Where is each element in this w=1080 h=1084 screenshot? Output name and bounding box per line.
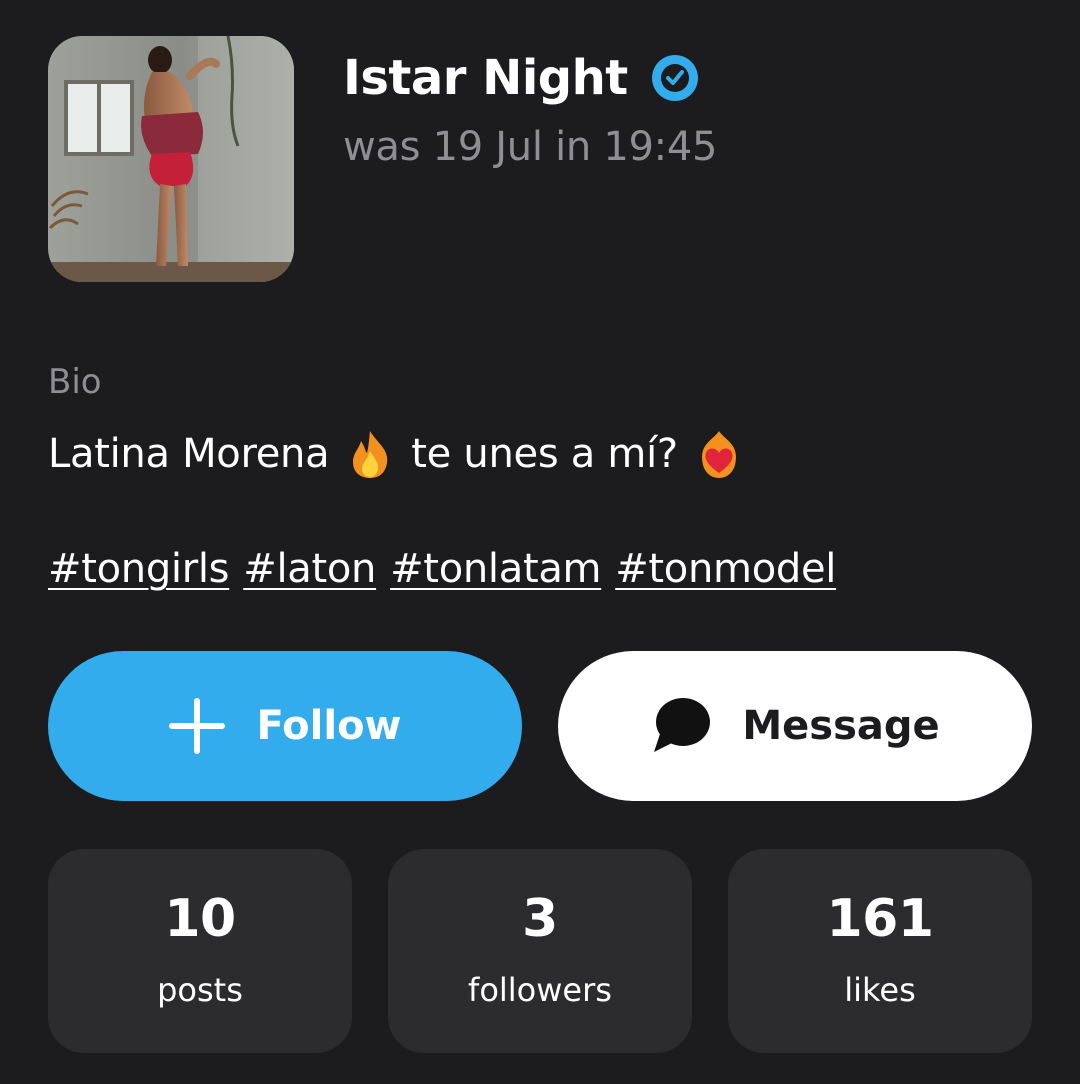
stat-card-likes[interactable]: 161 likes (728, 849, 1032, 1053)
avatar[interactable] (48, 36, 294, 282)
stat-card-posts[interactable]: 10 posts (48, 849, 352, 1053)
profile-name: Istar Night (343, 50, 628, 106)
bio-text-part2: te unes a mí? (411, 431, 678, 477)
stat-label: followers (468, 971, 612, 1009)
stat-label: posts (157, 971, 243, 1009)
bio-text: Latina Morena te unes a mí? (48, 424, 742, 484)
stat-card-followers[interactable]: 3 followers (388, 849, 692, 1053)
hashtag-link[interactable]: #tonlatam (390, 546, 601, 592)
hashtag-link[interactable]: #laton (243, 546, 376, 592)
stat-value: 3 (522, 889, 558, 949)
fire-emoji-icon (347, 429, 393, 479)
bio-text-part1: Latina Morena (48, 431, 330, 477)
stat-label: likes (844, 971, 916, 1009)
hashtag-link[interactable]: #tonmodel (615, 546, 836, 592)
stat-value: 10 (164, 889, 236, 949)
verified-icon (650, 53, 700, 103)
stat-value: 161 (826, 889, 934, 949)
hashtag-list: #tongirls #laton #tonlatam #tonmodel (48, 546, 836, 592)
last-seen-status: was 19 Jul in 19:45 (343, 124, 718, 170)
hashtag-link[interactable]: #tongirls (48, 546, 230, 592)
name-row: Istar Night (343, 46, 700, 110)
bio-label: Bio (48, 362, 102, 402)
heart-on-fire-icon (696, 429, 742, 479)
avatar-photo (48, 36, 294, 282)
follow-button[interactable]: Follow (48, 651, 522, 801)
plus-icon (168, 697, 226, 755)
message-button-label: Message (742, 703, 940, 749)
follow-button-label: Follow (256, 703, 402, 749)
message-button[interactable]: Message (558, 651, 1032, 801)
profile-page: Istar Night was 19 Jul in 19:45 Bio Lati… (0, 0, 1080, 1084)
chat-bubble-icon (650, 696, 712, 756)
